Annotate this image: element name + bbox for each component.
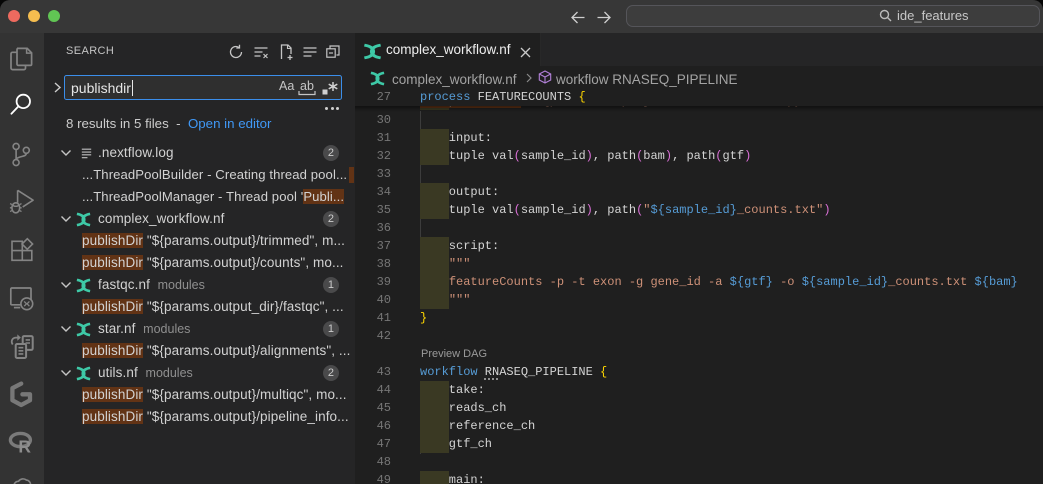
svg-text:R: R [18,436,31,456]
